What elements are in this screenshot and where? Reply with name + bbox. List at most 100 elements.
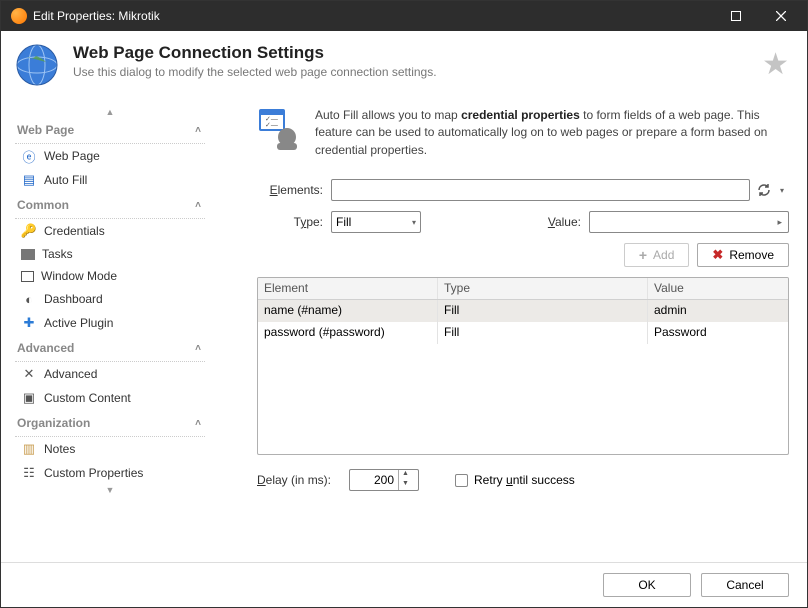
cell-value: admin [648, 300, 788, 322]
sidebar-group-common[interactable]: Common ˄ [15, 192, 205, 219]
sidebar-item-web-page[interactable]: ⓔ Web Page [15, 144, 205, 168]
sidebar-item-credentials[interactable]: 🔑 Credentials [15, 219, 205, 243]
refresh-button[interactable] [753, 179, 775, 201]
chevron-up-icon: ˄ [195, 200, 201, 211]
button-label: Cancel [726, 578, 763, 592]
type-select[interactable]: Fill ▾ [331, 211, 421, 233]
add-button[interactable]: + Add [624, 243, 690, 267]
delay-input[interactable] [350, 473, 398, 487]
list-icon: ☷ [21, 465, 37, 481]
chevron-down-icon: ▾ [412, 218, 416, 227]
elements-dropdown-arrow[interactable]: ▾ [775, 186, 789, 195]
button-label: OK [638, 578, 655, 592]
cell-type: Fill [438, 300, 648, 322]
nav-label: Custom Properties [44, 466, 143, 480]
elements-label: Elements: [257, 183, 331, 197]
spin-up[interactable]: ▲ [399, 470, 412, 480]
app-icon [11, 8, 27, 24]
table-row[interactable]: password (#password) Fill Password [258, 322, 788, 344]
sidebar-item-advanced[interactable]: ✕ Advanced [15, 362, 205, 386]
page-subtitle: Use this dialog to modify the selected w… [73, 65, 748, 79]
ok-button[interactable]: OK [603, 573, 691, 597]
nav-label: Credentials [44, 224, 105, 238]
sidebar-item-window-mode[interactable]: Window Mode [15, 265, 205, 287]
chevron-up-icon: ˄ [195, 125, 201, 136]
sidebar-item-custom-properties[interactable]: ☷ Custom Properties [15, 461, 205, 485]
cancel-button[interactable]: Cancel [701, 573, 789, 597]
intro-text: Auto Fill allows you to map credential p… [315, 107, 789, 159]
retry-label: Retry until success [474, 473, 575, 487]
delay-label: Delay (in ms): [257, 473, 339, 487]
spin-down[interactable]: ▼ [399, 480, 412, 490]
nav-label: Active Plugin [44, 316, 113, 330]
elements-input[interactable] [331, 179, 750, 201]
window-title: Edit Properties: Mikrotik [33, 9, 713, 23]
sidebar-item-active-plugin[interactable]: ✚ Active Plugin [15, 311, 205, 335]
maximize-button[interactable] [713, 1, 758, 31]
checkbox-icon [455, 474, 468, 487]
retry-checkbox[interactable]: Retry until success [455, 473, 575, 487]
key-icon: 🔑 [21, 223, 37, 239]
col-value[interactable]: Value [648, 278, 788, 299]
sidebar-group-organization[interactable]: Organization ˄ [15, 410, 205, 437]
globe-icon [15, 43, 59, 87]
nav-label: Advanced [44, 367, 97, 381]
sidebar-item-dashboard[interactable]: ◐ Dashboard [15, 287, 205, 311]
sidebar-group-web-page[interactable]: Web Page ˄ [15, 117, 205, 144]
col-type[interactable]: Type [438, 278, 648, 299]
elements-table: Element Type Value name (#name) Fill adm… [257, 277, 789, 455]
sidebar-item-auto-fill[interactable]: ▤ Auto Fill [15, 168, 205, 192]
table-row[interactable]: name (#name) Fill admin [258, 300, 788, 322]
refresh-icon [757, 183, 771, 197]
group-label: Web Page [17, 123, 74, 137]
favorite-star-icon[interactable]: ★ [762, 47, 789, 82]
cell-element: name (#name) [258, 300, 438, 322]
ie-icon: ⓔ [21, 148, 37, 164]
header: Web Page Connection Settings Use this di… [1, 43, 807, 93]
type-label: Type: [257, 215, 331, 229]
intro-before: Auto Fill allows you to map [315, 108, 461, 122]
sidebar-item-notes[interactable]: ▥ Notes [15, 437, 205, 461]
group-label: Advanced [17, 341, 74, 355]
sidebar: ▲ Web Page ˄ ⓔ Web Page ▤ Auto Fill Comm… [15, 107, 205, 548]
dialog-footer: OK Cancel [1, 562, 807, 607]
chevron-up-icon: ˄ [195, 343, 201, 354]
group-label: Common [17, 198, 69, 212]
table-header: Element Type Value [258, 278, 788, 300]
col-element[interactable]: Element [258, 278, 438, 299]
nav-label: Auto Fill [44, 173, 87, 187]
close-button[interactable] [758, 1, 803, 31]
chevron-down-icon[interactable]: ▼ [15, 485, 205, 495]
group-label: Organization [17, 416, 90, 430]
chevron-right-icon: ▸ [777, 217, 786, 228]
content-icon: ▣ [21, 390, 37, 406]
value-input[interactable]: ▸ [589, 211, 789, 233]
sidebar-group-advanced[interactable]: Advanced ˄ [15, 335, 205, 362]
puzzle-icon: ✚ [21, 315, 37, 331]
value-label: Value: [515, 215, 589, 229]
nav-label: Web Page [44, 149, 100, 163]
close-icon [776, 11, 786, 21]
dialog-window: Edit Properties: Mikrotik Web Page Conne… [0, 0, 808, 608]
nav-label: Dashboard [44, 292, 103, 306]
titlebar: Edit Properties: Mikrotik [1, 1, 807, 31]
x-icon: ✖ [712, 247, 723, 263]
button-label: Remove [729, 248, 774, 262]
cell-value: Password [648, 322, 788, 344]
notes-icon: ▥ [21, 441, 37, 457]
sidebar-item-tasks[interactable]: Tasks [15, 243, 205, 265]
nav-label: Custom Content [44, 391, 131, 405]
delay-spinner[interactable]: ▲ ▼ [349, 469, 419, 491]
cell-type: Fill [438, 322, 648, 344]
window-icon [21, 271, 34, 282]
nav-label: Tasks [42, 247, 73, 261]
cell-element: password (#password) [258, 322, 438, 344]
tasks-icon [21, 249, 35, 260]
chevron-up-icon[interactable]: ▲ [15, 107, 205, 117]
gauge-icon: ◐ [21, 291, 37, 307]
sidebar-item-custom-content[interactable]: ▣ Custom Content [15, 386, 205, 410]
chevron-up-icon: ˄ [195, 418, 201, 429]
nav-label: Notes [44, 442, 75, 456]
remove-button[interactable]: ✖ Remove [697, 243, 789, 267]
maximize-icon [731, 11, 741, 21]
